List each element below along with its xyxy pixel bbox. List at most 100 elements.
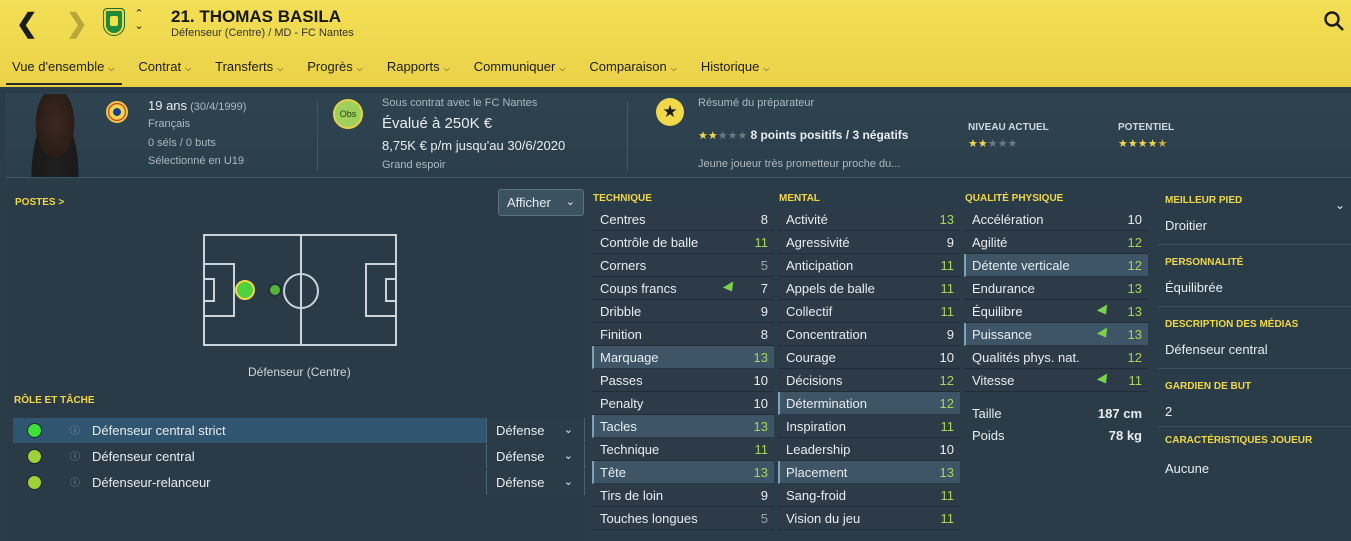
- role-suitability-icon: [27, 475, 42, 490]
- attribute-name: Équilibre: [972, 304, 1023, 319]
- goalkeeper-heading: GARDIEN DE BUT: [1165, 381, 1252, 392]
- attribute-row[interactable]: Détermination 12: [778, 392, 960, 415]
- role-row[interactable]: ⓘ Défenseur-relanceur Défense ⌄: [13, 470, 585, 495]
- weight-row: Poids 78 kg: [964, 425, 1148, 447]
- club-crest-icon[interactable]: [104, 9, 124, 35]
- attribute-row[interactable]: Technique 11: [592, 438, 774, 461]
- attribute-row[interactable]: Vitesse 11: [964, 369, 1148, 392]
- attribute-row[interactable]: Décisions 12: [778, 369, 960, 392]
- player-traits-heading: CARACTÉRISTIQUES JOUEUR: [1165, 435, 1313, 446]
- attribute-value: 5: [760, 258, 768, 273]
- attribute-row[interactable]: Penalty 10: [592, 392, 774, 415]
- attribute-row[interactable]: Agilité 12: [964, 231, 1148, 254]
- attribute-row[interactable]: Accélération 10: [964, 208, 1148, 231]
- attribute-row[interactable]: Anticipation 11: [778, 254, 960, 277]
- info-icon[interactable]: ⓘ: [70, 422, 80, 437]
- attribute-row[interactable]: Sang-froid 11: [778, 484, 960, 507]
- attribute-name: Vision du jeu: [786, 511, 861, 526]
- attribute-row[interactable]: Activité 13: [778, 208, 960, 231]
- attribute-row[interactable]: Appels de balle 11: [778, 277, 960, 300]
- attribute-row[interactable]: Courage 10: [778, 346, 960, 369]
- role-row[interactable]: ⓘ Défenseur central Défense ⌄: [13, 444, 585, 469]
- attribute-row[interactable]: Inspiration 11: [778, 415, 960, 438]
- player-value: Évalué à 250K €: [382, 115, 493, 132]
- chevron-down-icon[interactable]: ⌄: [1335, 198, 1345, 212]
- menu-item[interactable]: Comparaison ⌵: [577, 58, 688, 82]
- forward-arrow-icon[interactable]: ❯: [66, 10, 88, 36]
- role-duty-heading: RÔLE ET TÂCHE: [14, 395, 95, 406]
- attribute-name: Endurance: [972, 281, 1035, 296]
- attribute-row[interactable]: Contrôle de balle 11: [592, 231, 774, 254]
- attribute-row[interactable]: Marquage 13: [592, 346, 774, 369]
- attribute-value: 8: [760, 212, 768, 227]
- info-icon[interactable]: ⓘ: [70, 448, 80, 463]
- attribute-name: Inspiration: [786, 419, 846, 434]
- menu-item[interactable]: Transferts ⌵: [203, 58, 295, 82]
- attribute-row[interactable]: Détente verticale 12: [964, 254, 1148, 277]
- menu-item[interactable]: Vue d'ensemble ⌵: [0, 58, 126, 85]
- position-marker-natural[interactable]: [235, 280, 255, 300]
- attribute-name: Activité: [786, 212, 828, 227]
- menu-item[interactable]: Rapports ⌵: [375, 58, 462, 82]
- attribute-row[interactable]: Tirs de loin 9: [592, 484, 774, 507]
- attribute-row[interactable]: Concentration 9: [778, 323, 960, 346]
- attribute-value: 10: [939, 442, 954, 457]
- weight-label: Poids: [972, 428, 1005, 443]
- position-marker-secondary[interactable]: [268, 283, 282, 297]
- player-youth-selection: Sélectionné en U19: [148, 155, 245, 167]
- attribute-row[interactable]: Passes 10: [592, 369, 774, 392]
- chevron-down-icon: ⌵: [277, 64, 284, 73]
- role-row[interactable]: ⓘ Défenseur central strict Défense ⌄: [13, 418, 585, 443]
- player-traits-value: Aucune: [1165, 461, 1210, 476]
- attribute-row[interactable]: Endurance 13: [964, 277, 1148, 300]
- attribute-row[interactable]: Puissance 13: [964, 323, 1148, 346]
- duty-dropdown[interactable]: Défense ⌄: [486, 444, 585, 469]
- duty-dropdown[interactable]: Défense ⌄: [486, 418, 585, 443]
- attribute-row[interactable]: Tacles 13: [592, 415, 774, 438]
- attribute-row[interactable]: Agressivité 9: [778, 231, 960, 254]
- attribute-row[interactable]: Qualités phys. nat. 12: [964, 346, 1148, 369]
- attribute-name: Tête: [600, 465, 627, 480]
- menu-item-label: Communiquer: [473, 59, 556, 74]
- menu-item[interactable]: Contrat ⌵: [126, 58, 203, 82]
- coach-description[interactable]: Jeune joueur très prometteur proche du..…: [698, 158, 900, 170]
- attribute-row[interactable]: Touches longues 5: [592, 507, 774, 530]
- weight-value: 78 kg: [1108, 428, 1142, 443]
- search-icon[interactable]: [1323, 10, 1345, 32]
- menu-item[interactable]: Historique ⌵: [689, 58, 782, 82]
- menu-item[interactable]: Communiquer ⌵: [462, 58, 578, 82]
- attribute-value: 11: [1128, 373, 1143, 388]
- attribute-row[interactable]: Placement 13: [778, 461, 960, 484]
- show-dropdown[interactable]: Afficher ⌄: [498, 189, 584, 216]
- attribute-row[interactable]: Corners 5: [592, 254, 774, 277]
- attribute-name: Placement: [786, 465, 848, 480]
- back-arrow-icon[interactable]: ❮: [16, 10, 38, 36]
- mental-column: MENTAL Activité 13 Agressivité 9 Anticipatio…: [778, 190, 960, 530]
- coach-stars: ★★★★★: [698, 130, 748, 142]
- attribute-row[interactable]: Vision du jeu 11: [778, 507, 960, 530]
- observation-badge[interactable]: Obs: [333, 99, 363, 129]
- info-icon[interactable]: ⓘ: [70, 474, 80, 489]
- goalkeeper-value: 2: [1165, 404, 1173, 419]
- attribute-row[interactable]: Coups francs 7: [592, 277, 774, 300]
- coach-star-icon[interactable]: ★: [656, 98, 684, 126]
- attribute-name: Leadership: [786, 442, 851, 457]
- player-caps: 0 séls / 0 buts: [148, 137, 216, 149]
- attribute-row[interactable]: Tête 13: [592, 461, 774, 484]
- attribute-row[interactable]: Finition 8: [592, 323, 774, 346]
- divider: [1158, 306, 1351, 307]
- nation-flag-icon[interactable]: [106, 101, 128, 123]
- attribute-row[interactable]: Équilibre 13: [964, 300, 1148, 323]
- attribute-row[interactable]: Centres 8: [592, 208, 774, 231]
- player-switch-arrows-icon[interactable]: ⌃ ⌄: [132, 8, 146, 32]
- chevron-down-icon: ⌵: [356, 64, 363, 73]
- attribute-row[interactable]: Leadership 10: [778, 438, 960, 461]
- attribute-row[interactable]: Dribble 9: [592, 300, 774, 323]
- menu-item[interactable]: Progrès ⌵: [295, 58, 375, 82]
- attribute-value: 9: [760, 488, 768, 503]
- chevron-down-icon: ⌵: [185, 64, 192, 73]
- duty-dropdown[interactable]: Défense ⌄: [486, 470, 585, 495]
- attribute-row[interactable]: Collectif 11: [778, 300, 960, 323]
- positions-link[interactable]: POSTES >: [15, 197, 64, 208]
- divider: [1158, 368, 1351, 369]
